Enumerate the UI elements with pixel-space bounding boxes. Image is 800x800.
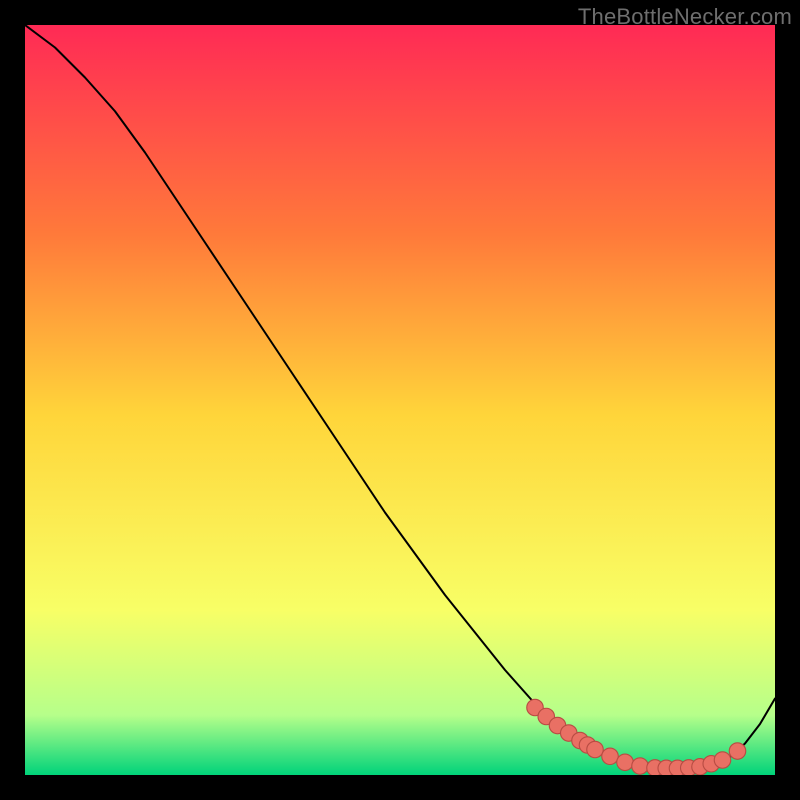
curve-marker — [632, 758, 649, 774]
curve-marker — [617, 754, 634, 770]
chart-frame: TheBottleNecker.com — [0, 0, 800, 800]
gradient-background — [25, 25, 775, 775]
curve-marker — [587, 741, 604, 758]
curve-marker — [714, 752, 731, 769]
curve-marker — [729, 743, 746, 759]
curve-marker — [602, 748, 619, 765]
bottleneck-chart — [25, 25, 775, 775]
